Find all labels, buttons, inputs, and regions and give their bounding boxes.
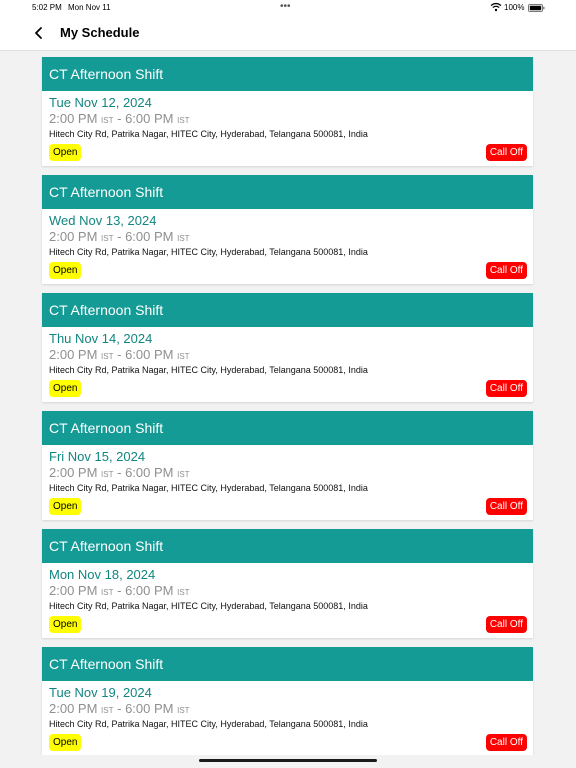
navigation-bar: My Schedule [0, 16, 576, 51]
shift-title: CT Afternoon Shift [42, 57, 533, 91]
shift-start-tz: IST [101, 588, 114, 597]
shift-end-tz: IST [177, 706, 190, 715]
shift-time: 2:00 PM IST - 6:00 PM IST [49, 111, 190, 126]
shift-start-tz: IST [101, 470, 114, 479]
shift-address: Hitech City Rd, Patrika Nagar, HITEC Cit… [49, 129, 368, 139]
shift-start-tz: IST [101, 234, 114, 243]
call-off-button[interactable]: Call Off [485, 144, 527, 161]
shift-end: 6:00 PM [125, 111, 174, 126]
shift-end: 6:00 PM [125, 229, 174, 244]
shift-date: Tue Nov 12, 2024 [49, 95, 152, 110]
shift-date: Wed Nov 13, 2024 [49, 213, 157, 228]
shift-card[interactable]: CT Afternoon Shift Mon Nov 18, 2024 2:00… [42, 529, 533, 638]
shift-card[interactable]: CT Afternoon Shift Tue Nov 12, 2024 2:00… [42, 57, 533, 166]
back-button[interactable] [28, 22, 50, 44]
shift-end-tz: IST [177, 352, 190, 361]
call-off-button[interactable]: Call Off [485, 380, 527, 397]
shift-time: 2:00 PM IST - 6:00 PM IST [49, 347, 190, 362]
shift-end-tz: IST [177, 116, 190, 125]
shift-address: Hitech City Rd, Patrika Nagar, HITEC Cit… [49, 365, 368, 375]
shift-time: 2:00 PM IST - 6:00 PM IST [49, 701, 190, 716]
shift-time: 2:00 PM IST - 6:00 PM IST [49, 583, 190, 598]
shift-start: 2:00 PM [49, 465, 98, 480]
shift-end-tz: IST [177, 234, 190, 243]
call-off-button[interactable]: Call Off [485, 262, 527, 279]
page-title: My Schedule [60, 25, 140, 40]
call-off-button[interactable]: Call Off [485, 734, 527, 751]
status-time: 5:02 PM [32, 3, 62, 12]
shift-end: 6:00 PM [125, 701, 174, 716]
shift-end: 6:00 PM [125, 465, 174, 480]
chevron-left-icon [35, 27, 42, 39]
shift-title: CT Afternoon Shift [42, 647, 533, 681]
shift-start: 2:00 PM [49, 701, 98, 716]
battery-icon [528, 4, 545, 12]
schedule-list[interactable]: CT Afternoon Shift Tue Nov 12, 2024 2:00… [0, 51, 576, 755]
shift-date: Tue Nov 19, 2024 [49, 685, 152, 700]
status-badge: Open [49, 144, 82, 161]
shift-start-tz: IST [101, 352, 114, 361]
multitasking-dots-icon[interactable]: ••• [280, 1, 291, 12]
shift-date: Mon Nov 18, 2024 [49, 567, 156, 582]
shift-date: Fri Nov 15, 2024 [49, 449, 146, 464]
status-bar: 5:02 PM Mon Nov 11 ••• 100% [0, 0, 576, 16]
status-badge: Open [49, 734, 82, 751]
status-badge: Open [49, 498, 82, 515]
shift-title: CT Afternoon Shift [42, 175, 533, 209]
battery-percent: 100% [504, 3, 525, 12]
shift-end-tz: IST [177, 470, 190, 479]
shift-date: Thu Nov 14, 2024 [49, 331, 153, 346]
shift-address: Hitech City Rd, Patrika Nagar, HITEC Cit… [49, 601, 368, 611]
call-off-button[interactable]: Call Off [485, 498, 527, 515]
shift-start-tz: IST [101, 706, 114, 715]
shift-card[interactable]: CT Afternoon Shift Thu Nov 14, 2024 2:00… [42, 293, 533, 402]
shift-time: 2:00 PM IST - 6:00 PM IST [49, 465, 190, 480]
call-off-button[interactable]: Call Off [485, 616, 527, 633]
shift-card[interactable]: CT Afternoon Shift Wed Nov 13, 2024 2:00… [42, 175, 533, 284]
status-date: Mon Nov 11 [68, 3, 111, 12]
shift-time: 2:00 PM IST - 6:00 PM IST [49, 229, 190, 244]
status-badge: Open [49, 380, 82, 397]
shift-address: Hitech City Rd, Patrika Nagar, HITEC Cit… [49, 483, 368, 493]
shift-title: CT Afternoon Shift [42, 411, 533, 445]
shift-title: CT Afternoon Shift [42, 529, 533, 563]
shift-card[interactable]: CT Afternoon Shift Fri Nov 15, 2024 2:00… [42, 411, 533, 520]
shift-start: 2:00 PM [49, 229, 98, 244]
shift-address: Hitech City Rd, Patrika Nagar, HITEC Cit… [49, 247, 368, 257]
shift-start-tz: IST [101, 116, 114, 125]
status-badge: Open [49, 616, 82, 633]
home-indicator[interactable] [199, 759, 377, 762]
shift-end-tz: IST [177, 588, 190, 597]
shift-card[interactable]: CT Afternoon Shift Tue Nov 19, 2024 2:00… [42, 647, 533, 755]
shift-start: 2:00 PM [49, 111, 98, 126]
wifi-icon [490, 2, 502, 12]
shift-end: 6:00 PM [125, 583, 174, 598]
shift-start: 2:00 PM [49, 347, 98, 362]
shift-address: Hitech City Rd, Patrika Nagar, HITEC Cit… [49, 719, 368, 729]
shift-title: CT Afternoon Shift [42, 293, 533, 327]
shift-end: 6:00 PM [125, 347, 174, 362]
status-badge: Open [49, 262, 82, 279]
shift-start: 2:00 PM [49, 583, 98, 598]
